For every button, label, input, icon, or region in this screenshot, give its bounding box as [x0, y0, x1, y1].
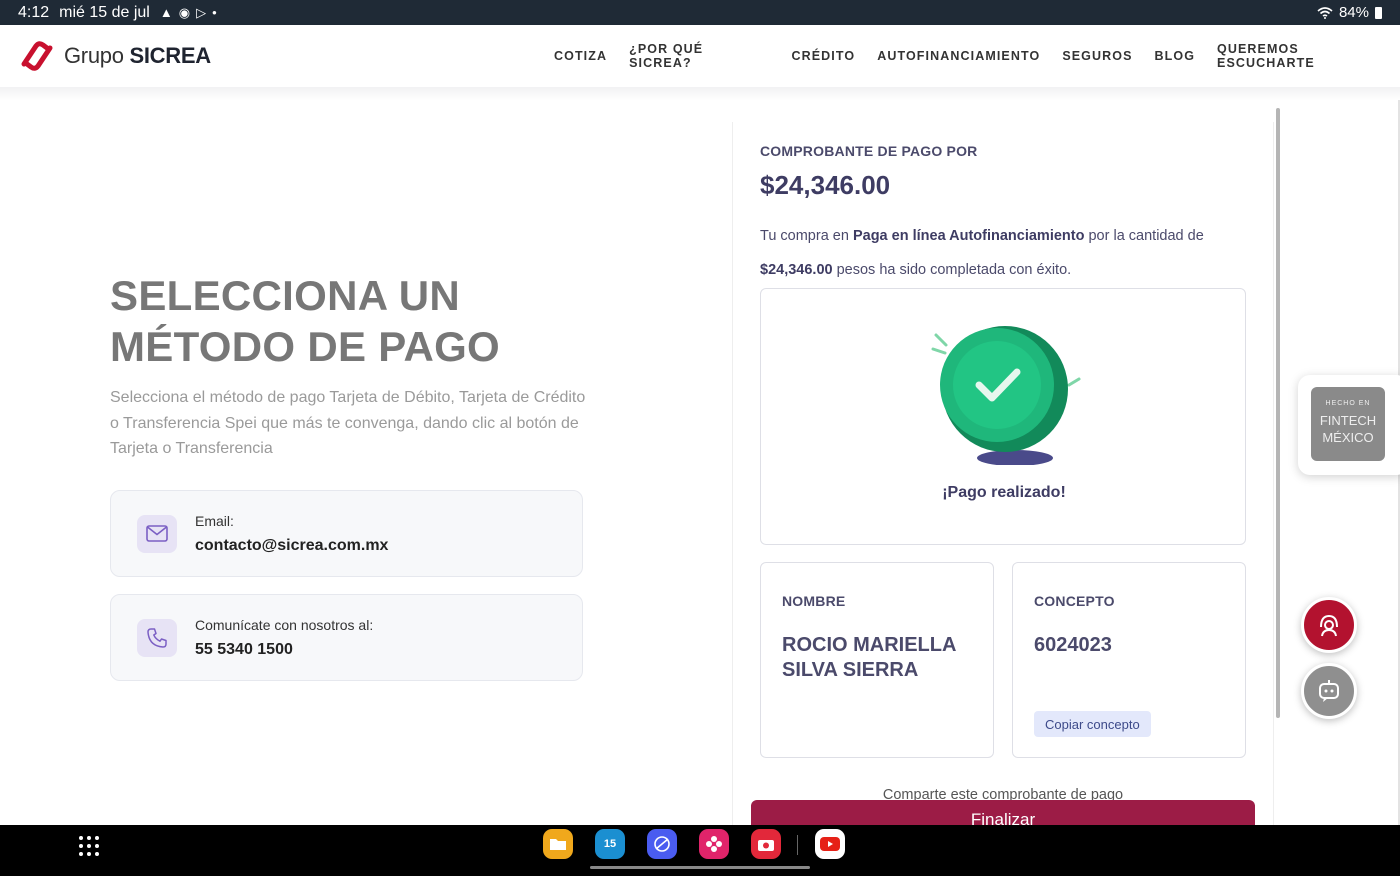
battery-percent: 84% — [1338, 4, 1369, 21]
payment-method-intro: SELECCIONA UN MÉTODO DE PAGO Selecciona e… — [110, 270, 590, 462]
sicrea-logo-icon — [21, 41, 53, 71]
receipt-message-line1: Tu compra en Paga en línea Autofinanciam… — [760, 228, 1204, 244]
warning-icon: ▲ — [159, 5, 173, 20]
payment-success-card: ¡Pago realizado! — [760, 288, 1246, 545]
camera-app-icon[interactable] — [751, 829, 781, 859]
chatbot-button[interactable] — [1301, 663, 1357, 719]
site-header: Grupo SICREA COTIZA ¿POR QUÉ SICREA? CRÉ… — [0, 25, 1400, 87]
support-agent-button[interactable] — [1301, 597, 1357, 653]
nav-blog[interactable]: BLOG — [1155, 49, 1196, 63]
nav-seguros[interactable]: SEGUROS — [1062, 49, 1132, 63]
concept-card: CONCEPTO 6024023 Copiar concepto — [1012, 562, 1246, 758]
concept-value: 6024023 — [1034, 634, 1112, 656]
phone-value[interactable]: 55 5340 1500 — [195, 641, 373, 659]
page-title: SELECCIONA UN MÉTODO DE PAGO — [110, 272, 501, 370]
header-shadow-band — [0, 87, 1400, 101]
check-coin-icon — [931, 326, 1081, 465]
logo-text: Grupo SICREA — [64, 43, 211, 68]
status-date: mié 15 de jul — [59, 3, 150, 21]
files-app-icon[interactable] — [543, 829, 573, 859]
receipt-title: COMPROBANTE DE PAGO POR — [760, 143, 978, 159]
status-bar: 4:12 mié 15 de jul ▲ ◉ ▷ • 84% — [0, 0, 1400, 25]
phone-label: Comunícate con nosotros al: — [195, 616, 374, 633]
fintech-mexico-badge[interactable]: HECHO EN FINTECH MÉXICO — [1298, 375, 1400, 475]
phone-icon — [137, 618, 177, 657]
name-label: NOMBRE — [782, 593, 846, 609]
gallery-app-icon[interactable] — [699, 829, 729, 859]
chatbot-icon — [1319, 680, 1339, 702]
nav-cotiza[interactable]: COTIZA — [554, 49, 607, 63]
receipt-amount: $24,346.00 — [760, 170, 891, 200]
dock-separator — [797, 835, 798, 855]
nav-credito[interactable]: CRÉDITO — [791, 49, 855, 63]
main-nav: COTIZA ¿POR QUÉ SICREA? CRÉDITO AUTOFINA… — [554, 25, 1400, 87]
home-indicator[interactable] — [590, 866, 810, 869]
payment-success-text: ¡Pago realizado! — [942, 484, 1066, 501]
phone-card: Comunícate con nosotros al: 55 5340 1500 — [110, 594, 583, 681]
dot-icon: • — [212, 5, 217, 20]
fintech-badge-image: HECHO EN FINTECH MÉXICO — [1311, 387, 1385, 461]
nav-por-que-sicrea[interactable]: ¿POR QUÉ SICREA? — [629, 42, 769, 70]
receipt-scrollbar[interactable] — [1276, 108, 1280, 718]
internet-app-icon[interactable] — [647, 829, 677, 859]
youtube-app-icon[interactable] — [815, 829, 845, 859]
play-store-icon: ▷ — [196, 4, 207, 20]
name-card: NOMBRE ROCIO MARIELLA SILVA SIERRA — [760, 562, 994, 758]
concept-label: CONCEPTO — [1034, 593, 1115, 609]
page-description: Selecciona el método de pago Tarjeta de … — [110, 389, 586, 457]
android-nav-bar: 15 — [0, 825, 1400, 876]
wifi-icon — [1317, 6, 1333, 19]
email-value[interactable]: contacto@sicrea.com.mx — [195, 537, 388, 555]
calendar-app-icon[interactable]: 15 — [595, 829, 625, 859]
mail-icon — [137, 514, 177, 553]
chrome-icon: ◉ — [178, 4, 191, 20]
name-value: ROCIO MARIELLA SILVA SIERRA — [782, 634, 957, 681]
headset-icon — [1320, 614, 1338, 637]
email-card: Email: contacto@sicrea.com.mx — [110, 490, 583, 577]
logo[interactable]: Grupo SICREA — [18, 38, 211, 74]
status-time: 4:12 — [18, 3, 50, 21]
nav-autofinanciamiento[interactable]: AUTOFINANCIAMIENTO — [877, 49, 1040, 63]
nav-queremos-escucharte[interactable]: QUEREMOS ESCUCHARTE — [1217, 42, 1400, 70]
receipt-message-line2: $24,346.00 pesos ha sido completada con … — [760, 262, 1072, 278]
battery-icon — [1375, 6, 1382, 19]
email-label: Email: — [195, 512, 234, 529]
copy-concept-button[interactable]: Copiar concepto — [1034, 711, 1151, 737]
app-drawer-icon[interactable] — [79, 836, 99, 856]
